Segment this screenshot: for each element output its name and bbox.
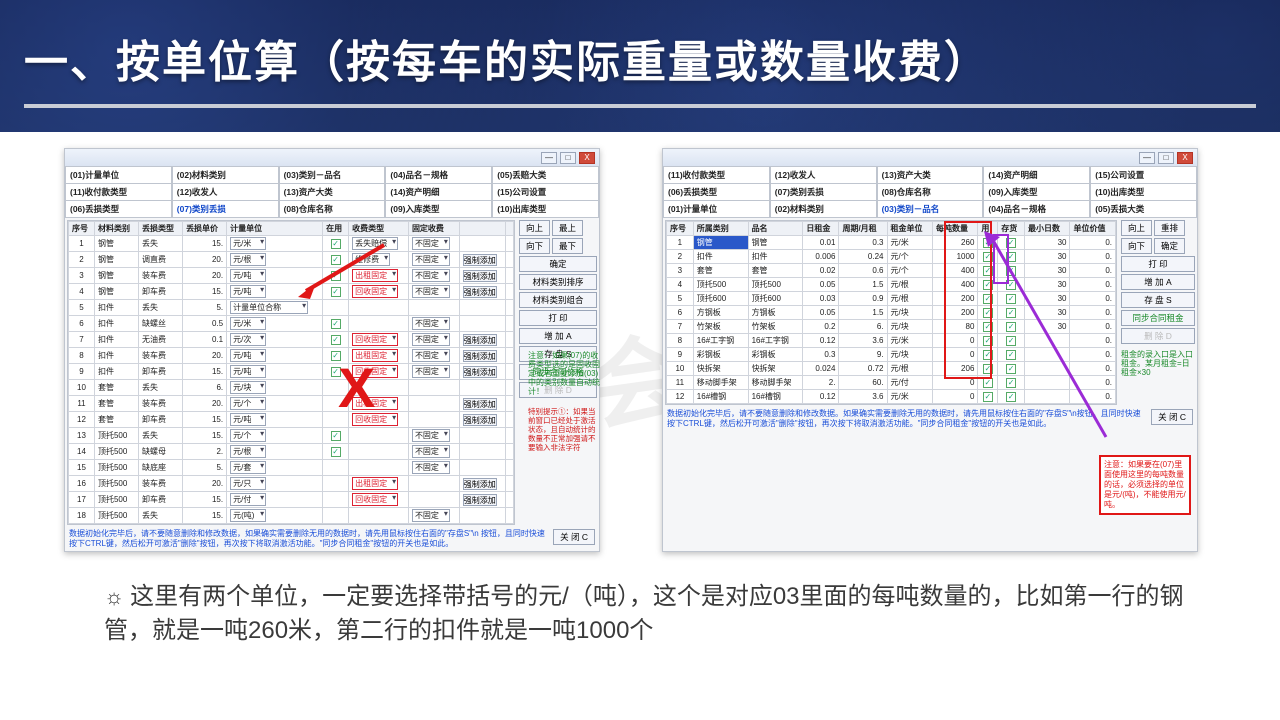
minimize-button[interactable]: — — [541, 152, 557, 164]
tab[interactable]: (14)资产明细 — [983, 167, 1090, 184]
move-top-button[interactable]: 最上 — [552, 220, 583, 236]
tab[interactable]: (06)丢损类型 — [663, 184, 770, 201]
tab[interactable]: (08)仓库名称 — [279, 201, 386, 218]
maximize-button[interactable]: □ — [1158, 152, 1174, 164]
left-grid[interactable]: 序号材料类别丢损类型丢损单价计量单位在用收费类型固定收费1钢管丢失15.元/米✓… — [68, 221, 514, 524]
move-down-button[interactable]: 向下 — [1121, 238, 1152, 254]
tab[interactable]: (12)收发人 — [172, 184, 279, 201]
tab[interactable]: (09)入库类型 — [983, 184, 1090, 201]
tab[interactable]: (03)类别－品名 — [877, 201, 984, 218]
tab[interactable]: (04)品名－规格 — [983, 201, 1090, 218]
bullet-text: 这里有两个单位，一定要选择带括号的元/（吨），这个是对应03里面的每吨数量的，比… — [104, 583, 1184, 644]
tab[interactable]: (07)类别丢损 — [172, 201, 279, 218]
close-window-button[interactable]: 关 闭 C — [553, 529, 595, 545]
tab[interactable]: (14)资产明细 — [385, 184, 492, 201]
window-chrome: — □ X — [663, 149, 1197, 167]
tab[interactable]: (07)类别丢损 — [770, 184, 877, 201]
tab[interactable]: (11)收付款类型 — [663, 167, 770, 184]
tab[interactable]: (06)丢损类型 — [65, 201, 172, 218]
tab[interactable]: (05)丢损大类 — [1090, 201, 1197, 218]
right-footer-hint: 数据初始化完毕后，请不要随意删除和修改数据。如果确实需要删除无用的数据时，请先用… — [667, 409, 1145, 429]
right-grid[interactable]: 序号所属类别品名日租金周期/月租租金单位每吨数量用存货最小日数单位价值1钢管钢管… — [666, 221, 1116, 404]
right-app-window: — □ X (11)收付款类型(12)收发人(13)资产大类(14)资产明细(1… — [662, 148, 1198, 552]
minimize-button[interactable]: — — [1139, 152, 1155, 164]
tab[interactable]: (01)计量单位 — [663, 201, 770, 218]
print-button[interactable]: 打 印 — [1121, 256, 1195, 272]
add-button[interactable]: 增 加 A — [519, 328, 597, 344]
tab[interactable]: (10)出库类型 — [492, 201, 599, 218]
close-window-button[interactable]: 关 闭 C — [1151, 409, 1193, 425]
left-green-note: 注意：如果(07)的收费类型选的是固收固定或者重复添加(03)中的类别数量自动统… — [528, 351, 600, 396]
confirm-button[interactable]: 确定 — [519, 256, 597, 272]
right-side-buttons: 向上 重排 向下 确定 打 印 增 加 A 存 盘 S 同步合同租金 删 除 D… — [1119, 218, 1197, 407]
tab[interactable]: (11)收付款类型 — [65, 184, 172, 201]
move-down-button[interactable]: 向下 — [519, 238, 550, 254]
move-up-button[interactable]: 向上 — [1121, 220, 1152, 236]
bullet-icon: ☼ — [104, 584, 124, 609]
left-app-window: — □ X (01)计量单位(02)材料类别(03)类别－品名(04)品名－规格… — [64, 148, 600, 552]
tab[interactable]: (05)丢赔大类 — [492, 167, 599, 184]
tab[interactable]: (15)公司设置 — [1090, 167, 1197, 184]
move-up-button[interactable]: 向上 — [519, 220, 550, 236]
tab[interactable]: (04)品名－规格 — [385, 167, 492, 184]
add-button[interactable]: 增 加 A — [1121, 274, 1195, 290]
tab[interactable]: (10)出库类型 — [1090, 184, 1197, 201]
slide-title: 一、按单位算（按每车的实际重量或数量收费） — [24, 26, 1256, 108]
right-green-note: 租金的录入口是入口租金。某月租金=日租金×30 — [1121, 350, 1195, 377]
right-red-tipbox: 注意：如果要在(07)里面使用这里的每吨数量的话，必须选择的单位是元/(吨)，不… — [1099, 455, 1191, 515]
close-button[interactable]: X — [579, 152, 595, 164]
left-tabs: (01)计量单位(02)材料类别(03)类别－品名(04)品名－规格(05)丢赔… — [65, 167, 599, 218]
left-red-note: 特别提示①：如果当前窗口已经处于激活状态，且自动统计的数量不正常加强请不要输入非… — [528, 407, 598, 452]
confirm-button[interactable]: 确定 — [1154, 238, 1185, 254]
right-tabs: (11)收付款类型(12)收发人(13)资产大类(14)资产明细(15)公司设置… — [663, 167, 1197, 218]
tab[interactable]: (12)收发人 — [770, 167, 877, 184]
tab[interactable]: (15)公司设置 — [492, 184, 599, 201]
save-button[interactable]: 存 盘 S — [1121, 292, 1195, 308]
delete-button: 删 除 D — [1121, 328, 1195, 344]
maximize-button[interactable]: □ — [560, 152, 576, 164]
tab[interactable]: (03)类别－品名 — [279, 167, 386, 184]
tab[interactable]: (09)入库类型 — [385, 201, 492, 218]
tab[interactable]: (02)材料类别 — [770, 201, 877, 218]
left-footer-hint: 数据初始化完毕后，请不要随意删除和修改数据，如果确实需要删除无用的数据时，请先用… — [69, 529, 547, 549]
window-chrome: — □ X — [65, 149, 599, 167]
sync-rent-button[interactable]: 同步合同租金 — [1121, 310, 1195, 326]
close-button[interactable]: X — [1177, 152, 1193, 164]
tab[interactable]: (02)材料类别 — [172, 167, 279, 184]
tab[interactable]: (13)资产大类 — [877, 167, 984, 184]
sort-by-category-button[interactable]: 材料类别排序 — [519, 274, 597, 290]
resort-button[interactable]: 重排 — [1154, 220, 1185, 236]
group-category-button[interactable]: 材料类别组合 — [519, 292, 597, 308]
tab[interactable]: (13)资产大类 — [279, 184, 386, 201]
tab[interactable]: (01)计量单位 — [65, 167, 172, 184]
move-bottom-button[interactable]: 最下 — [552, 238, 583, 254]
tab[interactable]: (08)仓库名称 — [877, 184, 984, 201]
bullet-paragraph: ☼这里有两个单位，一定要选择带括号的元/（吨），这个是对应03里面的每吨数量的，… — [104, 580, 1190, 648]
print-button[interactable]: 打 印 — [519, 310, 597, 326]
